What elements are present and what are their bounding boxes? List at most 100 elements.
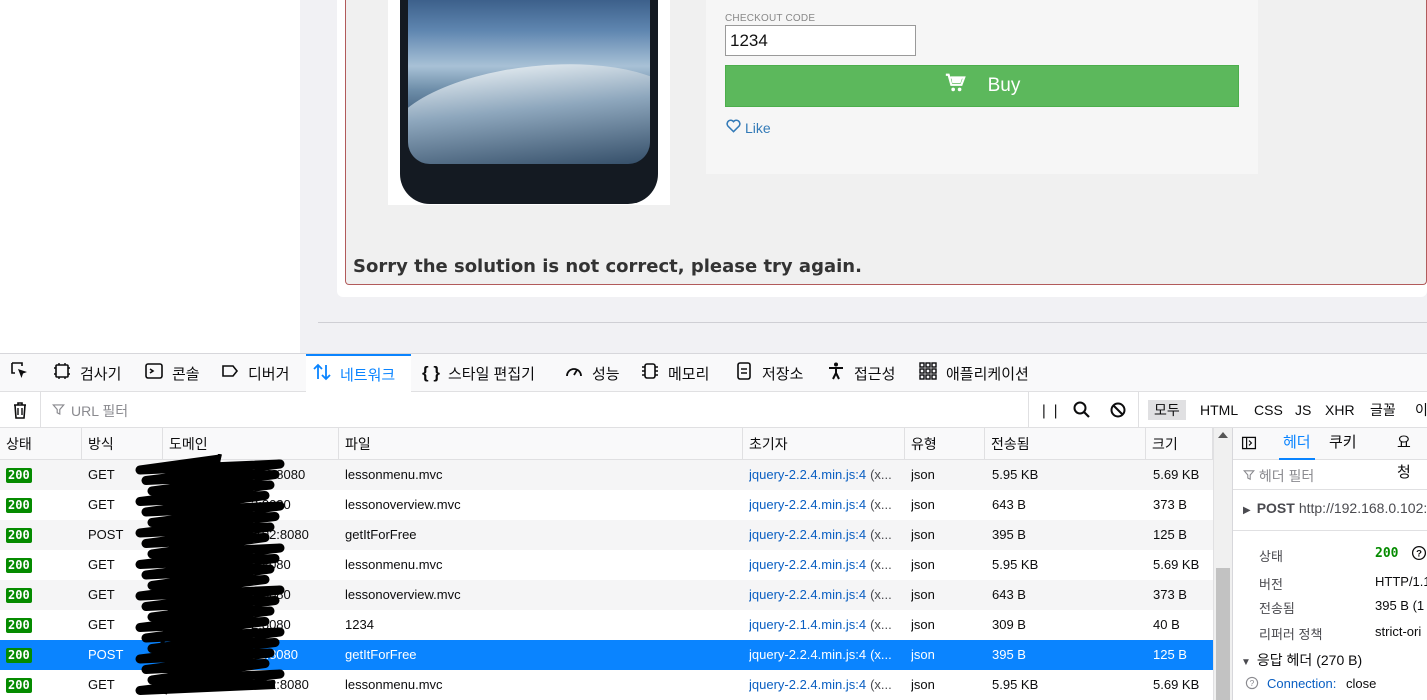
memory-icon bbox=[640, 361, 660, 385]
cell-initiator[interactable]: jquery-2.2.4.min.js:4 (x... bbox=[749, 460, 901, 490]
status-badge: 200 bbox=[6, 468, 32, 483]
request-list-scrollbar[interactable] bbox=[1213, 428, 1232, 700]
block-icon[interactable] bbox=[1108, 400, 1128, 420]
checkout-code-input[interactable] bbox=[725, 25, 916, 56]
details-tabs: 헤더 쿠키 요청 bbox=[1233, 428, 1427, 481]
column-size[interactable]: 크기 bbox=[1146, 428, 1213, 460]
devtools-panel: 검사기 콘솔 디버거 네트워크 { } 스타일 편집기 성능 메모리 저장소 접… bbox=[0, 353, 1427, 700]
scrollbar-thumb[interactable] bbox=[1216, 568, 1230, 700]
tab-performance[interactable]: 성능 bbox=[558, 354, 626, 392]
buy-button[interactable]: Buy bbox=[725, 65, 1239, 107]
help-icon[interactable]: ? bbox=[1245, 676, 1259, 693]
filter-fonts[interactable]: 글꼴 bbox=[1364, 400, 1402, 420]
tab-network[interactable]: 네트워크 bbox=[306, 354, 411, 392]
cell-transferred: 5.95 KB bbox=[992, 677, 1039, 692]
cell-status: 200 bbox=[6, 610, 76, 640]
toggle-panel-icon[interactable] bbox=[1241, 435, 1257, 454]
column-type[interactable]: 유형 bbox=[905, 428, 985, 460]
cell-file: getItForFree bbox=[345, 527, 417, 542]
web-page: CHECKOUT CODE Buy Like Sorry the solutio… bbox=[0, 0, 1427, 353]
scroll-up-arrow-icon[interactable] bbox=[1218, 432, 1228, 438]
tab-storage[interactable]: 저장소 bbox=[728, 354, 809, 392]
tab-debugger[interactable]: 디버거 bbox=[214, 354, 295, 392]
tab-accessibility[interactable]: 접근성 bbox=[820, 354, 901, 392]
cell-file: getItForFree bbox=[345, 647, 417, 662]
referrer-policy-row: 리퍼러 정책 strict-ori bbox=[1259, 624, 1422, 642]
status-badge: 200 bbox=[6, 618, 32, 633]
tab-memory[interactable]: 메모리 bbox=[634, 354, 715, 392]
status-badge: 200 bbox=[6, 498, 32, 513]
column-status[interactable]: 상태 bbox=[0, 428, 82, 460]
tab-style-editor[interactable]: { } 스타일 편집기 bbox=[416, 354, 541, 392]
trash-icon[interactable] bbox=[10, 400, 30, 420]
inspector-icon bbox=[52, 361, 72, 385]
tab-headers[interactable]: 헤더 bbox=[1279, 428, 1315, 460]
cell-type: json bbox=[911, 497, 935, 512]
url-filter-input[interactable]: URL 필터 bbox=[52, 401, 128, 421]
request-method: POST bbox=[1256, 500, 1295, 516]
cell-type: json bbox=[911, 527, 935, 542]
element-picker-button[interactable] bbox=[4, 354, 36, 392]
like-link[interactable]: Like bbox=[726, 119, 771, 136]
cell-initiator[interactable]: jquery-2.1.4.min.js:4 (x... bbox=[749, 610, 901, 640]
network-icon bbox=[312, 362, 332, 386]
cell-initiator[interactable]: jquery-2.2.4.min.js:4 (x... bbox=[749, 550, 901, 580]
version-value: HTTP/1.1 bbox=[1375, 574, 1427, 589]
product-image bbox=[388, 0, 670, 205]
cell-status: 200 bbox=[6, 640, 76, 670]
cell-size: 5.69 KB bbox=[1153, 677, 1200, 692]
help-icon[interactable]: ? bbox=[1411, 545, 1427, 564]
devtools-toolbar: 검사기 콘솔 디버거 네트워크 { } 스타일 편집기 성능 메모리 저장소 접… bbox=[0, 354, 1427, 392]
cell-type: json bbox=[911, 677, 935, 692]
cell-initiator[interactable]: jquery-2.2.4.min.js:4 (x... bbox=[749, 640, 901, 670]
collapse-triangle-icon: ▼ bbox=[1241, 657, 1251, 668]
tab-cookies[interactable]: 쿠키 bbox=[1325, 428, 1361, 460]
braces-icon: { } bbox=[422, 363, 440, 382]
cell-initiator[interactable]: jquery-2.2.4.min.js:4 (x... bbox=[749, 520, 901, 550]
cell-file: lessonoverview.mvc bbox=[345, 497, 461, 512]
cell-transferred: 5.95 KB bbox=[992, 467, 1039, 482]
column-file[interactable]: 파일 bbox=[339, 428, 743, 460]
cell-size: 5.69 KB bbox=[1153, 467, 1200, 482]
filter-html[interactable]: HTML bbox=[1194, 400, 1244, 420]
status-badge: 200 bbox=[6, 558, 32, 573]
cell-initiator[interactable]: jquery-2.2.4.min.js:4 (x... bbox=[749, 580, 901, 610]
column-initiator[interactable]: 초기자 bbox=[743, 428, 905, 460]
status-value: 200 bbox=[1375, 546, 1399, 561]
tab-application[interactable]: 애플리케이션 bbox=[912, 354, 1035, 392]
cell-transferred: 395 B bbox=[992, 647, 1026, 662]
network-filter-bar: URL 필터 ❘❘ 모두 HTML CSS JS XHR 글꼴 이 bbox=[0, 392, 1427, 428]
column-transferred[interactable]: 전송됨 bbox=[985, 428, 1146, 460]
cell-type: json bbox=[911, 617, 935, 632]
cell-initiator[interactable]: jquery-2.2.4.min.js:4 (x... bbox=[749, 670, 901, 700]
filter-all[interactable]: 모두 bbox=[1148, 400, 1186, 420]
request-summary[interactable]: ▶ POST http://192.168.0.102: bbox=[1243, 500, 1427, 516]
request-details-panel: 헤더 쿠키 요청 헤더 필터 ▶ POST http://192.168.0.102… bbox=[1232, 428, 1427, 700]
filter-css[interactable]: CSS bbox=[1248, 400, 1289, 420]
svg-text:?: ? bbox=[1250, 678, 1255, 688]
connection-header-row: ? Connection: close bbox=[1245, 676, 1376, 691]
request-list: 200 GET 102:8080 lessonmenu.mvc jquery-2.2.4… bbox=[0, 454, 1213, 700]
tab-label: 콘솔 bbox=[172, 365, 200, 383]
tab-console[interactable]: 콘솔 bbox=[138, 354, 206, 392]
tab-request[interactable]: 요청 bbox=[1393, 428, 1427, 481]
cell-transferred: 643 B bbox=[992, 497, 1026, 512]
url-filter-placeholder: URL 필터 bbox=[71, 403, 129, 419]
status-badge: 200 bbox=[6, 678, 32, 693]
filter-images[interactable]: 이 bbox=[1409, 400, 1427, 420]
header-filter-input[interactable]: 헤더 필터 bbox=[1233, 460, 1427, 490]
tab-label: 접근성 bbox=[854, 365, 896, 383]
pause-icon[interactable]: ❘❘ bbox=[1038, 400, 1061, 420]
search-icon[interactable] bbox=[1072, 400, 1092, 420]
cell-status: 200 bbox=[6, 490, 76, 520]
debugger-icon bbox=[220, 361, 240, 385]
response-headers-toggle[interactable]: ▼ 응답 헤더 (270 B) bbox=[1241, 650, 1362, 670]
tab-inspector[interactable]: 검사기 bbox=[46, 354, 127, 392]
filter-icon bbox=[1243, 468, 1255, 484]
gauge-icon bbox=[564, 361, 584, 385]
cell-initiator[interactable]: jquery-2.2.4.min.js:4 (x... bbox=[749, 490, 901, 520]
storage-icon bbox=[734, 361, 754, 385]
filter-js[interactable]: JS bbox=[1289, 400, 1317, 420]
tab-label: 성능 bbox=[592, 365, 620, 383]
filter-xhr[interactable]: XHR bbox=[1319, 400, 1361, 420]
